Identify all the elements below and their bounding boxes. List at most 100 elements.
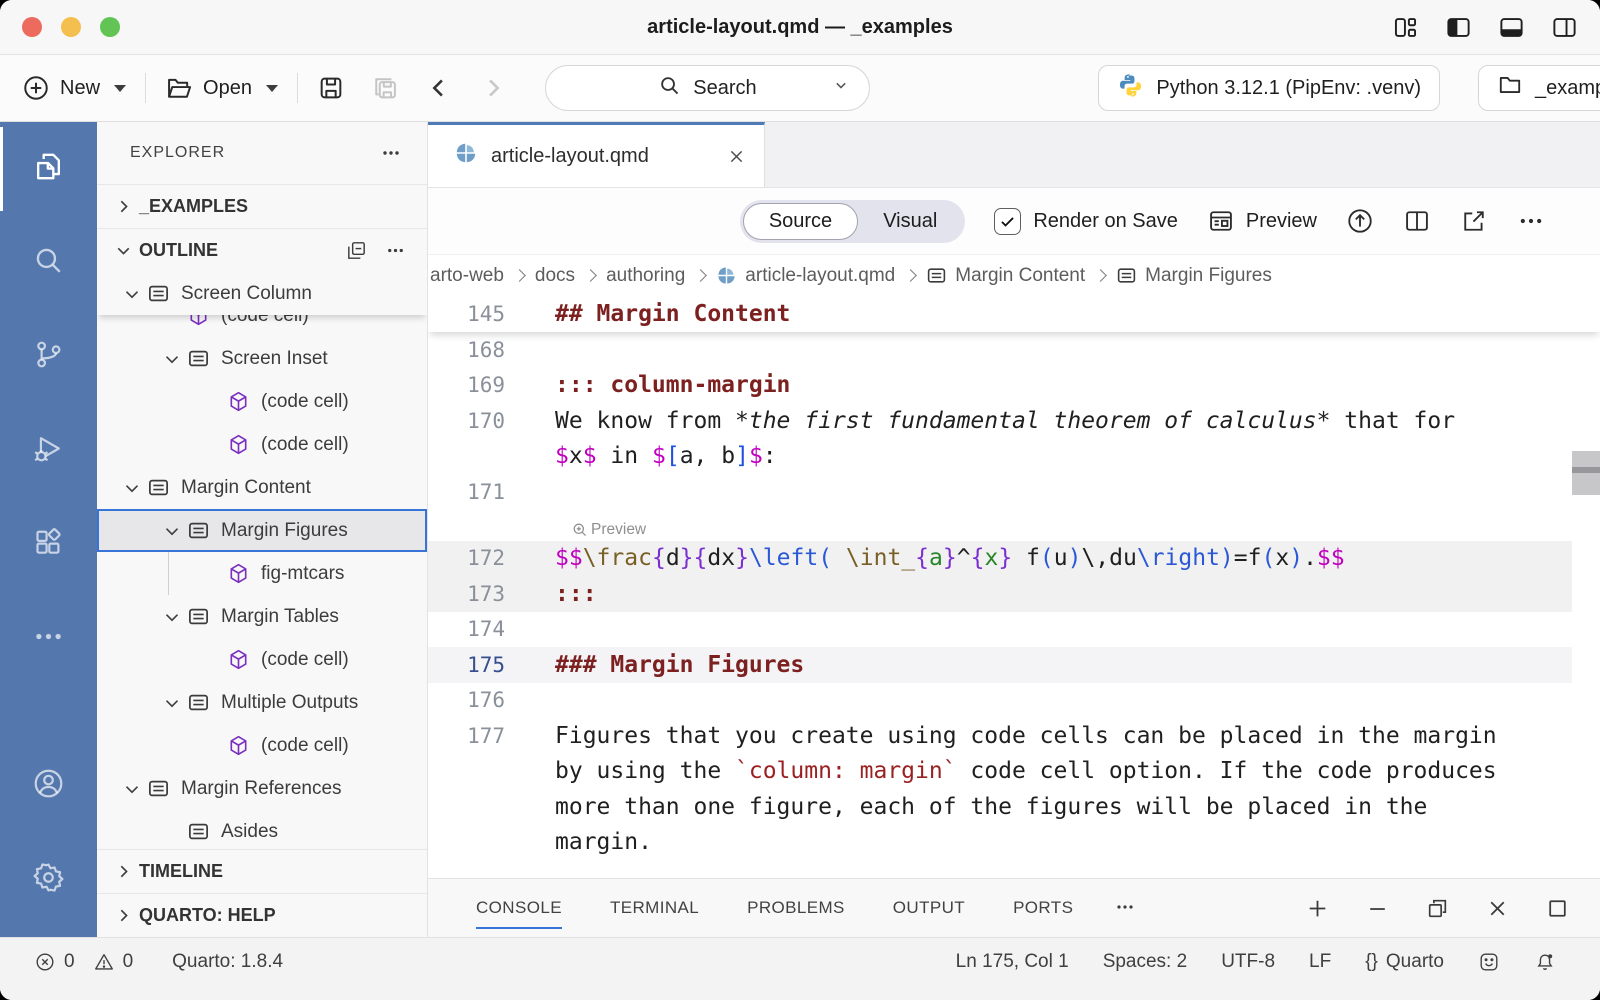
code-line-168[interactable]: 168 [428,332,1600,368]
toggle-right-sidebar-icon[interactable] [1551,14,1578,41]
sidebar-section-timeline[interactable]: TIMELINE [97,849,427,893]
encoding-status[interactable]: UTF-8 [1221,951,1275,973]
customize-layout-icon[interactable] [1392,14,1419,41]
breadcrumb-item-authoring[interactable]: authoring [606,265,685,287]
outline-item-fig-mtcars[interactable]: fig-mtcars [97,552,427,595]
code-line-wrap[interactable]: by using the `column: margin` code cell … [428,754,1600,790]
new-button[interactable]: New [22,74,126,102]
outline-item-code-cell[interactable]: (code cell) [97,380,427,423]
save-button[interactable] [317,74,345,102]
activitybar-settings[interactable] [0,833,97,927]
sidebar-section-examples[interactable]: _EXAMPLES [97,184,427,228]
outline-item-code-cell[interactable]: (code cell) [97,638,427,681]
sidebar-section-outline[interactable]: OUTLINE [97,228,427,272]
breadcrumb-item-margin-figures[interactable]: Margin Figures [1116,265,1272,287]
zoom-window-button[interactable] [100,17,120,37]
code-line-171[interactable]: 171 [428,474,1600,510]
maximize-icon[interactable] [1545,896,1570,921]
breadcrumb-item-arto-web[interactable]: arto-web [430,265,504,287]
source-mode-button[interactable]: Source [743,203,858,240]
editor-scrollbar[interactable] [1572,451,1600,495]
panel-tab-output[interactable]: OUTPUT [893,879,965,937]
outline-item-code-cell[interactable]: (code cell) [97,423,427,466]
outline-item-asides[interactable]: Asides [97,810,427,849]
panel-more-tabs-icon[interactable] [1113,894,1137,923]
outline-item-multiple-outputs[interactable]: Multiple Outputs [97,681,427,724]
code-line-170[interactable]: 170We know from *the first fundamental t… [428,403,1600,439]
activitybar-source-control[interactable] [0,310,97,404]
problems-status[interactable]: 0 0 [34,951,133,973]
split-editor-icon[interactable] [1403,207,1431,235]
minimize-window-button[interactable] [61,17,81,37]
outline-item-screen-column[interactable]: Screen Column [97,272,427,315]
close-icon[interactable] [1485,896,1510,921]
outline-more-actions-icon[interactable] [384,239,407,262]
outline-item-margin-references[interactable]: Margin References [97,767,427,810]
code-editor[interactable]: 145## Margin Content 168169::: column-ma… [428,296,1600,878]
eol-status[interactable]: LF [1309,951,1331,973]
code-line-wrap[interactable]: margin. [428,825,1600,861]
outline-item-margin-figures[interactable]: Margin Figures [97,509,427,552]
visual-mode-button[interactable]: Visual [858,203,962,240]
sidebar-section-quarto-help[interactable]: QUARTO: HELP [97,893,427,937]
restore-icon[interactable] [1425,896,1450,921]
navigate-forward-button[interactable] [479,74,507,102]
code-line-175[interactable]: 175### Margin Figures [428,647,1600,683]
breadcrumb-item-docs[interactable]: docs [535,265,575,287]
publish-icon[interactable] [1346,207,1374,235]
navigate-back-button[interactable] [425,74,453,102]
indentation-status[interactable]: Spaces: 2 [1103,951,1188,973]
outline-item-margin-tables[interactable]: Margin Tables [97,595,427,638]
plus-icon[interactable] [1305,896,1330,921]
explorer-more-actions-icon[interactable] [379,141,403,165]
activitybar-run-debug[interactable] [0,404,97,498]
activitybar-extensions[interactable] [0,498,97,592]
editor-tab-article-layout[interactable]: article-layout.qmd [428,122,765,187]
code-line-145[interactable]: 145## Margin Content [428,296,790,332]
breadcrumb-item-article-layout-qmd[interactable]: article-layout.qmd [716,265,895,287]
toggle-left-sidebar-icon[interactable] [1445,14,1472,41]
feedback-smiley-icon[interactable] [1478,951,1500,973]
close-icon[interactable] [727,147,746,166]
interpreter-selector[interactable]: Python 3.12.1 (PipEnv: .venv) [1098,65,1440,111]
code-line-174[interactable]: 174 [428,612,1600,648]
editor-more-actions-icon[interactable] [1517,207,1545,235]
cursor-position-status[interactable]: Ln 175, Col 1 [956,951,1069,973]
outline-item-code-cell[interactable]: (code cell) [97,724,427,767]
code-line-176[interactable]: 176 [428,683,1600,719]
panel-tab-ports[interactable]: PORTS [1013,879,1073,937]
language-mode-status[interactable]: {} Quarto [1365,951,1444,973]
save-all-button[interactable] [371,74,399,102]
toggle-bottom-panel-icon[interactable] [1498,14,1525,41]
outline-item-code-cell[interactable]: (code cell) [97,315,427,337]
panel-tab-terminal[interactable]: TERMINAL [610,879,699,937]
panel-tab-problems[interactable]: PROBLEMS [747,879,845,937]
quarto-version-status[interactable]: Quarto: 1.8.4 [172,951,283,973]
preview-button[interactable]: Preview [1207,207,1317,235]
activitybar-more[interactable] [0,592,97,686]
sticky-scroll-line[interactable]: 145## Margin Content [428,296,1600,332]
panel-tab-console[interactable]: CONSOLE [476,879,562,937]
close-window-button[interactable] [22,17,42,37]
code-line-173[interactable]: 173::: [428,576,1600,612]
collapse-all-icon[interactable] [345,239,368,262]
notifications-bell-icon[interactable] [1534,951,1556,973]
codelens-preview[interactable]: Preview [428,510,1600,541]
code-line-169[interactable]: 169::: column-margin [428,368,1600,404]
code-line-wrap[interactable]: more than one figure, each of the figure… [428,789,1600,825]
outline-item-screen-inset[interactable]: Screen Inset [97,337,427,380]
search-input[interactable]: Search [545,65,870,111]
breadcrumb-item-margin-content[interactable]: Margin Content [926,265,1085,287]
activitybar-search[interactable] [0,216,97,310]
minimize-icon[interactable] [1365,896,1390,921]
code-line-wrap[interactable]: $x$ in $[a, b]$: [428,439,1600,475]
project-selector[interactable]: _examples [1478,65,1600,111]
open-button[interactable]: Open [165,74,278,102]
activitybar-explorer[interactable] [0,122,97,216]
render-on-save-checkbox[interactable] [994,208,1021,235]
code-line-172[interactable]: 172$$\frac{d}{dx}\left( \int_{a}^{x} f(u… [428,541,1600,577]
outline-item-margin-content[interactable]: Margin Content [97,466,427,509]
code-line-177[interactable]: 177Figures that you create using code ce… [428,718,1600,754]
activitybar-account[interactable] [0,739,97,833]
open-external-icon[interactable] [1460,207,1488,235]
